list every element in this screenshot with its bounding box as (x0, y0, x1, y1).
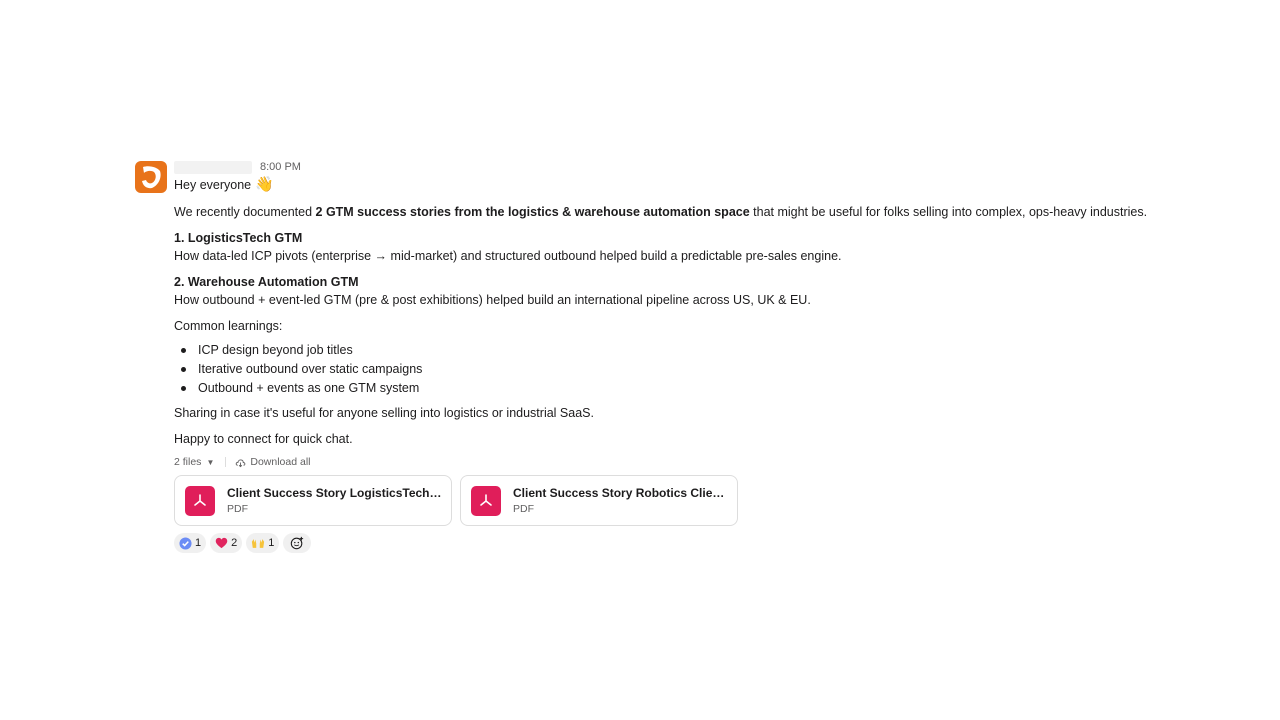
reaction-heart[interactable]: 2 (210, 533, 243, 553)
closing-line-1: Sharing in case it's useful for anyone s… (174, 406, 594, 420)
waving-hand-icon: 👋 (255, 176, 274, 193)
avatar[interactable] (135, 161, 167, 193)
list-item: Iterative outbound over static campaigns (174, 360, 1154, 379)
pdf-icon (185, 485, 215, 516)
avatar-logo-icon (135, 161, 167, 193)
cloud-download-icon (236, 458, 246, 467)
message-header: 8:00 PM (174, 158, 1154, 176)
heart-icon (215, 537, 228, 549)
intro-after: that might be useful for folks selling i… (749, 205, 1148, 219)
files-count[interactable]: 2 files (174, 456, 201, 468)
story1-description: How data-led ICP pivots (enterprise → mi… (174, 249, 842, 263)
intro-before: We recently documented (174, 205, 316, 219)
divider (225, 457, 227, 467)
check-icon (179, 536, 192, 550)
pdf-icon (471, 485, 501, 516)
file-card-logisticstech[interactable]: Client Success Story LogisticsTech ... P… (174, 475, 452, 526)
download-all-label: Download all (250, 456, 311, 468)
story1-title: 1. LogisticsTech GTM (174, 231, 303, 245)
add-reaction-button[interactable] (283, 533, 312, 553)
timestamp[interactable]: 8:00 PM (260, 161, 301, 173)
file-type: PDF (227, 503, 248, 515)
greeting-text: Hey everyone (174, 178, 252, 192)
file-type: PDF (513, 503, 534, 515)
story2-description: How outbound + event-led GTM (pre & post… (174, 293, 811, 307)
reaction-count: 2 (231, 537, 238, 549)
reactions-bar: 1 2 1 (174, 533, 1154, 553)
list-item: ICP design beyond job titles (174, 341, 1154, 360)
learnings-list: ICP design beyond job titles Iterative o… (174, 341, 1154, 398)
story2-title: 2. Warehouse Automation GTM (174, 275, 359, 289)
greeting-line: Hey everyone 👋 (174, 176, 1154, 194)
list-item: Outbound + events as one GTM system (174, 379, 1154, 398)
file-card-robotics[interactable]: Client Success Story Robotics Clien... P… (460, 475, 738, 526)
intro-bold: 2 GTM success stories from the logistics… (315, 205, 750, 219)
redacted-username[interactable] (174, 160, 252, 174)
file-cards: Client Success Story LogisticsTech ... P… (174, 475, 1154, 526)
closing-line-2: Happy to connect for quick chat. (174, 432, 353, 446)
chevron-down-icon[interactable]: ▼ (206, 458, 214, 467)
download-all-button[interactable]: Download all (235, 456, 310, 468)
file-title: Client Success Story LogisticsTech ... (227, 486, 442, 500)
file-title: Client Success Story Robotics Clien... (513, 486, 728, 500)
reaction-raised-hands[interactable]: 1 (246, 533, 280, 553)
reaction-count: 1 (268, 537, 275, 549)
add-emoji-icon (291, 536, 304, 550)
reaction-check[interactable]: 1 (174, 533, 207, 553)
learnings-label: Common learnings: (174, 319, 283, 333)
raised-hands-icon (252, 539, 265, 548)
intro-paragraph: We recently documented 2 GTM success sto… (174, 203, 1154, 221)
reaction-count: 1 (195, 537, 202, 549)
files-meta: 2 files ▼ Download all (174, 454, 1154, 470)
